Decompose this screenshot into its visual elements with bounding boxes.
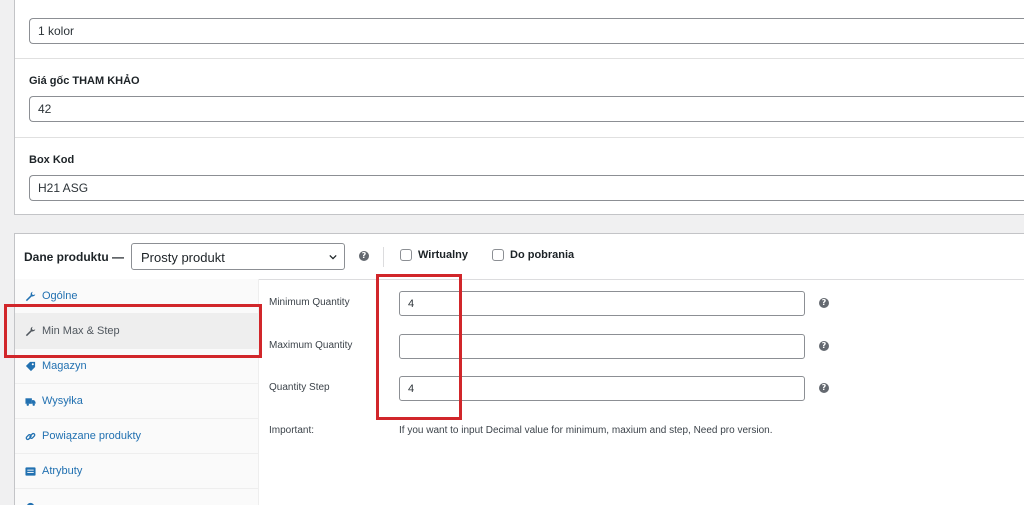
- truck-icon: [25, 397, 36, 406]
- chevron-down-icon: [329, 254, 337, 260]
- tab-shipping[interactable]: Wysyłka: [15, 384, 258, 419]
- help-icon[interactable]: ?: [359, 251, 369, 261]
- minimum-quantity-label: Minimum Quantity: [269, 297, 350, 308]
- kolor-input[interactable]: [29, 18, 1024, 44]
- tab-general[interactable]: Ogólne: [15, 279, 258, 314]
- wrench-icon: [25, 291, 36, 301]
- maximum-quantity-input[interactable]: [399, 334, 805, 359]
- tab-label-inventory: Magazyn: [42, 360, 87, 372]
- price-input[interactable]: [29, 96, 1024, 122]
- virtual-checkbox-box[interactable]: [400, 249, 412, 261]
- help-icon[interactable]: ?: [819, 341, 829, 351]
- minimum-quantity-input[interactable]: [399, 291, 805, 316]
- box-kod-input[interactable]: [29, 175, 1024, 201]
- virtual-checkbox[interactable]: Wirtualny: [400, 249, 468, 261]
- product-data-tabs: Ogólne Min Max & Step Magazyn Wysyłka Po…: [15, 279, 259, 505]
- help-icon[interactable]: ?: [819, 298, 829, 308]
- downloadable-label: Do pobrania: [510, 249, 575, 261]
- product-data-box: Dane produktu — Prosty produkt ? Wirtual…: [14, 233, 1024, 505]
- field-label-price: Giá gốc THAM KHẢO: [29, 75, 140, 87]
- important-label: Important:: [269, 425, 315, 436]
- important-note: If you want to input Decimal value for m…: [399, 425, 773, 436]
- tab-attributes[interactable]: Atrybuty: [15, 454, 258, 489]
- maximum-quantity-label: Maximum Quantity: [269, 340, 353, 351]
- downloadable-checkbox-box[interactable]: [492, 249, 504, 261]
- tab-label-general: Ogólne: [42, 290, 78, 302]
- virtual-label: Wirtualny: [418, 249, 469, 261]
- field-label-kolor: kolor: [29, 0, 56, 2]
- link-icon: [25, 432, 36, 440]
- product-data-title: Dane produktu —: [24, 250, 125, 264]
- field-label-box-kod: Box Kod: [29, 154, 75, 166]
- wrench-icon: [25, 326, 36, 336]
- product-type-value: Prosty produkt: [141, 250, 225, 265]
- list-icon: [25, 466, 36, 476]
- custom-fields-box: kolor Giá gốc THAM KHẢO Box Kod: [14, 0, 1024, 215]
- product-type-select[interactable]: Prosty produkt: [131, 243, 345, 270]
- product-data-header: Dane produktu — Prosty produkt ? Wirtual…: [15, 234, 1024, 280]
- field-row-price: Giá gốc THAM KHẢO: [15, 58, 1024, 138]
- tab-inventory[interactable]: Magazyn: [15, 349, 258, 384]
- tab-min-max-step[interactable]: Min Max & Step: [15, 314, 258, 349]
- quantity-step-input[interactable]: [399, 376, 805, 401]
- quantity-step-label: Quantity Step: [269, 382, 330, 393]
- tab-label-linked-products: Powiązane produkty: [42, 430, 142, 442]
- help-icon[interactable]: ?: [819, 383, 829, 393]
- tab-label-shipping: Wysyłka: [42, 395, 83, 407]
- product-edit-page: kolor Giá gốc THAM KHẢO Box Kod Dane pro…: [0, 0, 1024, 505]
- min-max-step-panel: Minimum Quantity ? Maximum Quantity ? Qu…: [259, 279, 1024, 505]
- field-row-kolor: kolor: [15, 0, 1024, 59]
- tab-advanced[interactable]: [15, 489, 258, 505]
- tag-icon: [25, 361, 36, 371]
- field-row-box-kod: Box Kod: [15, 137, 1024, 215]
- header-divider: [383, 247, 384, 267]
- tab-label-min-max-step: Min Max & Step: [42, 325, 120, 337]
- tab-linked-products[interactable]: Powiązane produkty: [15, 419, 258, 454]
- gear-icon: [26, 502, 35, 505]
- tab-label-attributes: Atrybuty: [42, 465, 83, 477]
- downloadable-checkbox[interactable]: Do pobrania: [492, 249, 574, 261]
